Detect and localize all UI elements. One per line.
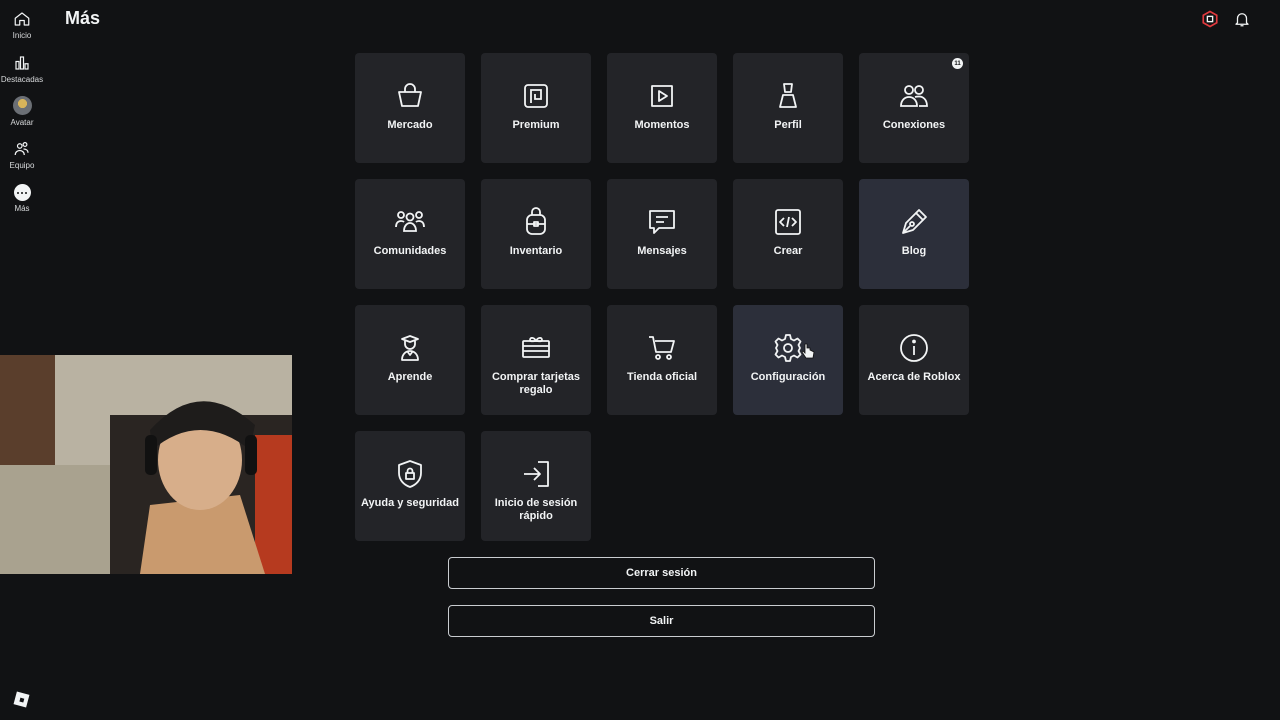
tile-profile[interactable]: Perfil	[733, 53, 843, 163]
gift-card-icon	[522, 336, 550, 358]
avatar-icon	[12, 96, 32, 115]
tile-connections[interactable]: 11 Conexiones	[859, 53, 969, 163]
exit-button[interactable]: Salir	[448, 605, 875, 637]
sidebar-item-home[interactable]: Inicio	[0, 10, 44, 40]
tile-label: Blog	[901, 245, 927, 257]
tile-official-store[interactable]: Tienda oficial	[607, 305, 717, 415]
tile-communities[interactable]: Comunidades	[355, 179, 465, 289]
shopping-bag-icon	[398, 83, 422, 107]
info-icon	[900, 334, 928, 362]
communities-icon	[395, 211, 425, 232]
moments-icon	[651, 85, 673, 107]
party-icon	[14, 142, 29, 156]
sidebar-item-avatar[interactable]: Avatar	[0, 96, 44, 127]
profile-icon	[779, 83, 797, 108]
premium-icon	[524, 84, 548, 108]
bell-icon[interactable]	[1233, 10, 1251, 28]
tile-label: Premium	[512, 119, 560, 131]
tile-marketplace[interactable]: Mercado	[355, 53, 465, 163]
robux-icon[interactable]	[1201, 10, 1219, 28]
notification-badge: 11	[952, 58, 963, 69]
tile-label: Inicio de sesión rápido	[494, 497, 578, 522]
tile-label: Acerca de Roblox	[867, 371, 961, 383]
tile-quick-login[interactable]: Inicio de sesión rápido	[481, 431, 591, 541]
pen-icon	[902, 209, 927, 234]
tile-help-safety[interactable]: Ayuda y seguridad	[355, 431, 465, 541]
tile-label: Configuración	[750, 371, 826, 383]
tile-label: Mercado	[387, 119, 433, 131]
tile-learn[interactable]: Aprende	[355, 305, 465, 415]
tile-premium[interactable]: Premium	[481, 53, 591, 163]
tile-about[interactable]: Acerca de Roblox	[859, 305, 969, 415]
sidebar-item-party[interactable]: Equipo	[0, 140, 44, 170]
tile-label: Aprende	[387, 371, 433, 383]
logout-button[interactable]: Cerrar sesión	[448, 557, 875, 589]
code-icon	[775, 209, 801, 235]
gear-icon	[774, 334, 802, 362]
cart-icon	[649, 336, 675, 360]
tile-blog[interactable]: Blog	[859, 179, 969, 289]
page-title: Más	[65, 8, 101, 28]
sidebar-item-label: Más	[14, 204, 30, 213]
tile-messages[interactable]: Mensajes	[607, 179, 717, 289]
sidebar-item-charts[interactable]: Destacadas	[0, 54, 44, 84]
shield-lock-icon	[398, 460, 422, 488]
home-icon	[14, 12, 30, 26]
messages-icon	[649, 210, 675, 234]
app-window: Inicio Destacadas Avatar Equipo Más Más …	[0, 0, 1280, 720]
sidebar-item-label: Avatar	[10, 118, 34, 127]
tile-settings[interactable]: Configuración	[733, 305, 843, 415]
tile-label: Perfil	[774, 119, 802, 131]
charts-icon	[15, 56, 29, 70]
tile-create[interactable]: Crear	[733, 179, 843, 289]
tile-label: Comprar tarjetas regalo	[491, 371, 581, 396]
tile-label: Tienda oficial	[626, 371, 698, 383]
tile-label: Mensajes	[637, 245, 687, 257]
tile-label: Comunidades	[373, 245, 447, 257]
learn-icon	[401, 335, 419, 361]
connections-icon	[900, 85, 928, 107]
sidebar-item-label: Inicio	[12, 31, 32, 40]
tile-label: Momentos	[634, 119, 690, 131]
tile-gift-cards[interactable]: Comprar tarjetas regalo	[481, 305, 591, 415]
inventory-icon	[526, 207, 546, 235]
sidebar-item-more[interactable]: Más	[0, 184, 44, 213]
more-icon	[13, 184, 31, 201]
tile-label: Crear	[773, 245, 803, 257]
tile-inventory[interactable]: Inventario	[481, 179, 591, 289]
hand-cursor-icon	[801, 343, 815, 359]
tile-label: Inventario	[509, 245, 563, 257]
sign-in-icon	[524, 461, 549, 487]
sidebar-item-label: Equipo	[9, 161, 35, 170]
roblox-logo-icon[interactable]	[13, 691, 30, 708]
tile-label: Ayuda y seguridad	[360, 497, 459, 509]
webcam-overlay	[0, 355, 292, 574]
tile-moments[interactable]: Momentos	[607, 53, 717, 163]
sidebar-item-label: Destacadas	[0, 75, 44, 84]
tile-label: Conexiones	[882, 119, 946, 131]
